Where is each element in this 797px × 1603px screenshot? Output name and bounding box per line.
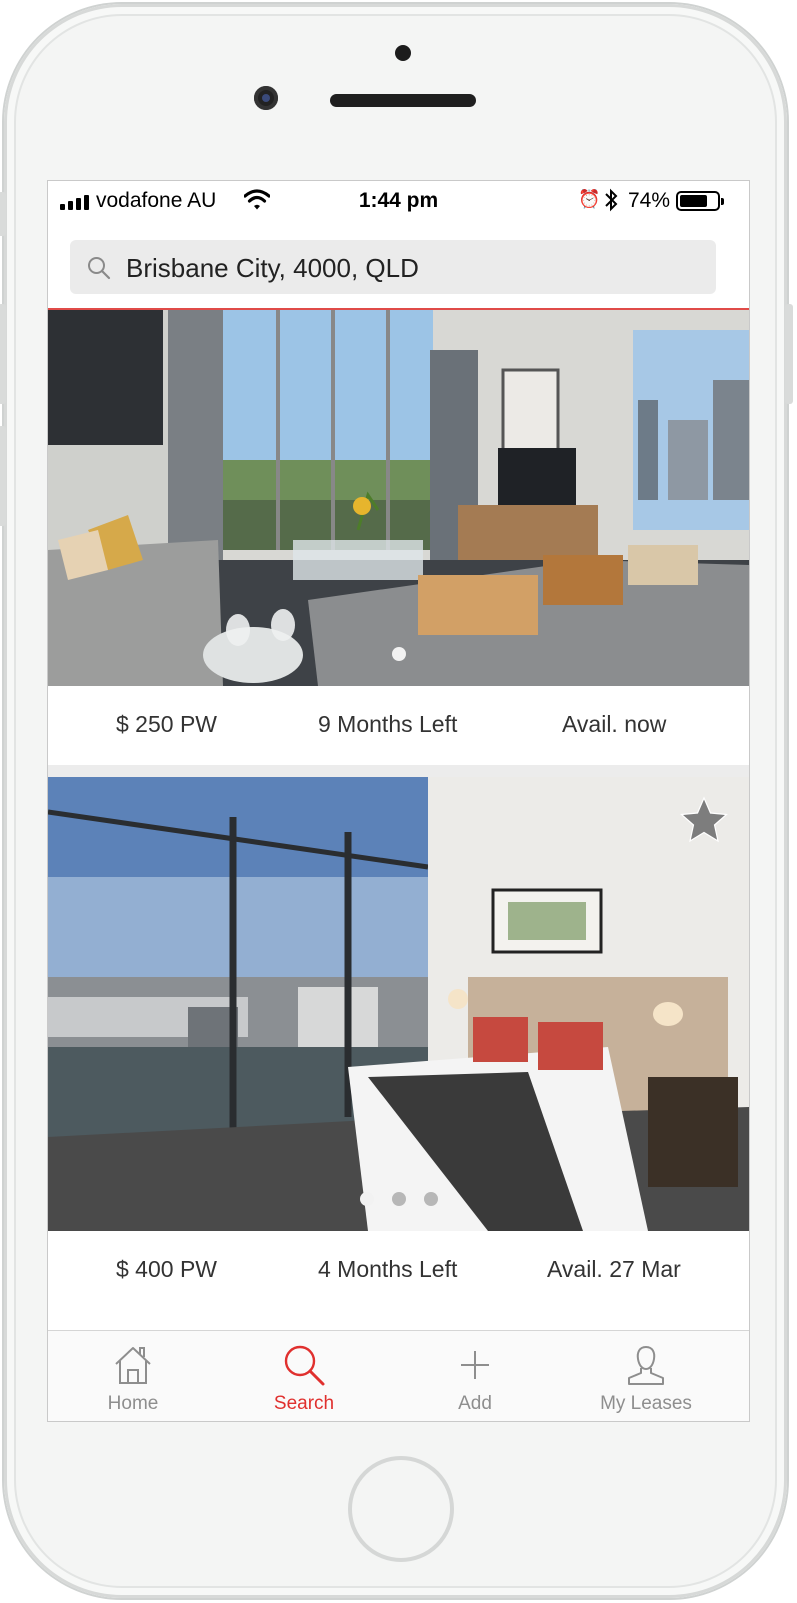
proximity-sensor xyxy=(395,45,411,61)
location-search-input[interactable]: Brisbane City, 4000, QLD xyxy=(70,240,716,294)
home-button[interactable] xyxy=(348,1456,454,1562)
listing-info-row: $ 400 PW 4 Months Left Avail. 27 Mar xyxy=(48,1231,749,1307)
lease-remaining: 9 Months Left xyxy=(318,710,458,737)
volume-down-button xyxy=(0,426,6,526)
bluetooth-icon xyxy=(605,188,618,212)
front-camera xyxy=(254,86,278,110)
tab-label: My Leases xyxy=(600,1393,692,1414)
tab-label: Home xyxy=(107,1393,159,1414)
battery-icon xyxy=(676,191,724,211)
page-dot xyxy=(359,1192,374,1206)
photo-page-indicator xyxy=(48,647,749,661)
availability: Avail. 27 Mar xyxy=(547,1255,681,1282)
page-dot xyxy=(423,1192,438,1206)
alarm-icon: ⏰ xyxy=(578,189,601,209)
page-dot xyxy=(391,647,406,661)
battery-percent: 74% xyxy=(628,189,671,212)
search-icon xyxy=(88,257,111,280)
page-dot xyxy=(391,1192,406,1206)
lease-remaining: 4 Months Left xyxy=(318,1255,458,1282)
search-query-text[interactable]: Brisbane City, 4000, QLD xyxy=(126,253,419,284)
mute-switch xyxy=(0,192,6,236)
listing-photo[interactable] xyxy=(48,310,749,686)
search-icon xyxy=(284,1345,325,1386)
tab-my-leases[interactable]: My Leases xyxy=(561,1331,731,1421)
tab-label: Search xyxy=(273,1393,335,1414)
user-icon xyxy=(628,1345,664,1385)
availability: Avail. now xyxy=(562,710,667,737)
listing-price: $ 250 PW xyxy=(116,710,217,737)
listing-card[interactable]: $ 250 PW 9 Months Left Avail. now xyxy=(48,310,749,765)
plus-icon xyxy=(461,1351,489,1379)
listing-card[interactable]: $ 400 PW 4 Months Left Avail. 27 Mar xyxy=(48,777,749,1303)
volume-up-button xyxy=(0,304,6,404)
tab-bar: Home Search Add My Leases xyxy=(48,1330,749,1421)
photo-page-indicator xyxy=(48,1192,749,1206)
tab-home[interactable]: Home xyxy=(48,1331,218,1421)
power-button xyxy=(785,304,793,404)
tab-search[interactable]: Search xyxy=(219,1331,389,1421)
listing-info-row: $ 250 PW 9 Months Left Avail. now xyxy=(48,686,749,762)
home-icon xyxy=(115,1347,151,1384)
listing-separator xyxy=(48,765,749,777)
earpiece-speaker xyxy=(330,94,476,107)
battery-level xyxy=(680,195,707,207)
listing-price: $ 400 PW xyxy=(116,1255,217,1282)
tab-label: Add xyxy=(458,1393,492,1414)
favorite-star-icon[interactable] xyxy=(679,795,729,845)
status-bar: vodafone AU 1:44 pm ⏰ 74% xyxy=(48,181,749,221)
tab-add[interactable]: Add xyxy=(390,1331,560,1421)
app-screen: vodafone AU 1:44 pm ⏰ 74% Brisbane City,… xyxy=(47,180,750,1422)
listing-photo[interactable] xyxy=(48,777,749,1231)
